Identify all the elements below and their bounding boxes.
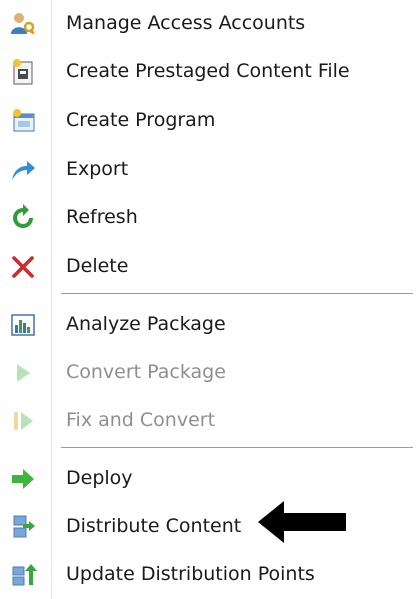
menu-item-label: Manage Access Accounts: [66, 12, 306, 34]
menu-item-label: Create Prestaged Content File: [66, 60, 350, 82]
menu-item-refresh[interactable]: Refresh: [0, 194, 419, 242]
create-program-icon: [13, 109, 35, 132]
menu-item-delete[interactable]: Delete: [0, 243, 419, 291]
menu-item-update-distribution-points[interactable]: Update Distribution Points: [0, 551, 419, 599]
menu-item-label: Create Program: [66, 109, 216, 131]
menu-item-label: Distribute Content: [66, 515, 242, 537]
fix-convert-icon: [14, 412, 33, 430]
menu-item-create-prestaged-content-file[interactable]: Create Prestaged Content File: [0, 48, 419, 96]
menu-item-analyze-package[interactable]: Analyze Package: [0, 301, 419, 349]
update-distribution-points-icon: [12, 564, 37, 586]
menu-item-distribute-content[interactable]: Distribute Content: [0, 503, 419, 551]
menu-item-label: Analyze Package: [66, 313, 226, 335]
menu-separator: [61, 293, 413, 294]
menu-item-label: Delete: [66, 255, 129, 277]
distribute-content-icon: [13, 515, 35, 538]
menu-item-label: Update Distribution Points: [66, 563, 315, 585]
menu-item-fix-and-convert: Fix and Convert: [0, 397, 419, 445]
refresh-icon: [13, 204, 33, 228]
access-accounts-icon: [11, 13, 35, 35]
arrow-left-icon: [258, 501, 346, 543]
export-icon: [12, 161, 35, 180]
menu-item-create-program[interactable]: Create Program: [0, 97, 419, 145]
menu-separator: [61, 447, 413, 448]
prestaged-content-icon: [13, 59, 33, 85]
menu-item-label: Export: [66, 158, 129, 180]
menu-item-label: Refresh: [66, 206, 138, 228]
menu-item-label: Convert Package: [66, 361, 226, 383]
analyze-package-icon: [11, 314, 35, 336]
menu-item-label: Fix and Convert: [66, 409, 216, 431]
deploy-icon: [12, 469, 34, 489]
menu-item-convert-package: Convert Package: [0, 349, 419, 397]
menu-item-deploy[interactable]: Deploy: [0, 455, 419, 503]
delete-icon: [12, 256, 34, 278]
menu-item-manage-access-accounts[interactable]: Manage Access Accounts: [0, 0, 419, 48]
context-menu: Manage Access Accounts Create Prestaged …: [0, 0, 419, 599]
convert-package-icon: [17, 364, 30, 382]
menu-item-export[interactable]: Export: [0, 146, 419, 194]
menu-item-label: Deploy: [66, 467, 133, 489]
